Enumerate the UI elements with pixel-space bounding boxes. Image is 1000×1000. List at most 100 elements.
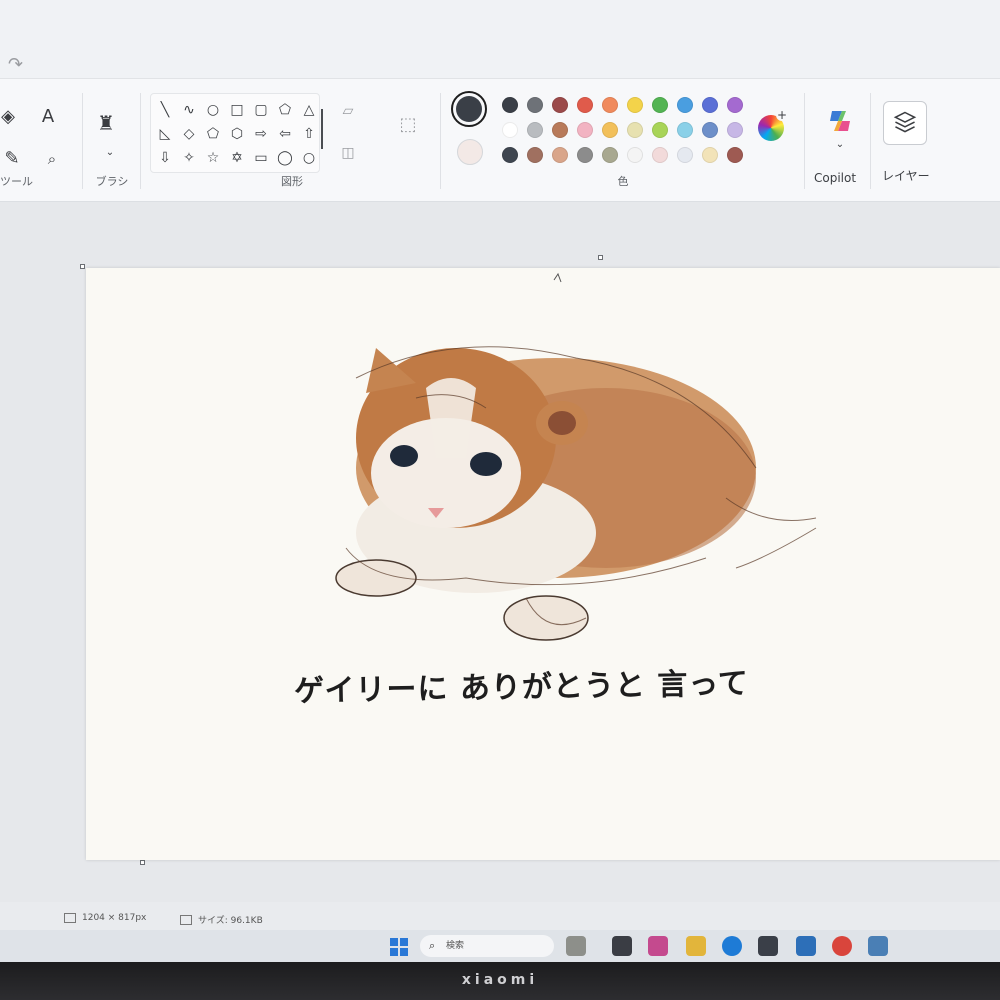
color-swatch[interactable] [602, 147, 618, 163]
color-swatch[interactable] [552, 122, 568, 138]
color-swatch[interactable] [602, 97, 618, 113]
status-bar: 1204 × 817px サイズ: 96.1KB [0, 902, 1000, 930]
four-point-star-shape-icon[interactable]: ✧ [177, 146, 201, 170]
primary-color-button[interactable] [451, 91, 487, 127]
cloud-callout-shape-icon[interactable]: ○ [297, 146, 321, 170]
up-arrow-shape-icon[interactable]: ⇧ [297, 122, 321, 146]
color-swatch[interactable] [652, 122, 668, 138]
magnifier-icon[interactable]: ⌕ [40, 149, 64, 169]
windows-start-icon[interactable] [390, 938, 408, 956]
color-swatch[interactable] [527, 147, 543, 163]
dimensions-icon [64, 913, 76, 923]
outlook-icon[interactable] [796, 936, 816, 956]
layers-label: レイヤー [882, 169, 930, 183]
fill-bucket-icon[interactable]: ◈ [0, 107, 20, 127]
color-swatch[interactable] [502, 147, 518, 163]
layers-button[interactable] [883, 101, 927, 145]
right-triangle-shape-icon[interactable]: ◺ [153, 122, 177, 146]
canvas-dimensions-value: 1204 × 817px [82, 913, 147, 923]
title-bar: ↷ [0, 0, 1000, 79]
taskbar-search-label: 検索 [446, 941, 465, 951]
polygon-shape-icon[interactable]: ⬠ [273, 98, 297, 122]
oval-callout-shape-icon[interactable]: ◯ [273, 146, 297, 170]
line-shape-icon[interactable]: ╲ [153, 98, 177, 122]
colors-group-label: 色 [617, 175, 629, 188]
monitor-brand-logo: xiaomi [461, 972, 539, 988]
color-swatch[interactable] [627, 147, 643, 163]
color-swatch[interactable] [577, 97, 593, 113]
fill-icon[interactable]: ◫ [336, 143, 360, 163]
color-swatch[interactable] [502, 122, 518, 138]
color-swatch[interactable] [677, 147, 693, 163]
color-swatch[interactable] [602, 122, 618, 138]
outline-icon[interactable]: ▱ [336, 101, 360, 121]
ribbon-separator [82, 93, 83, 189]
canvas-resize-handle[interactable] [80, 264, 85, 269]
chrome-icon[interactable] [832, 936, 852, 956]
brushes-group-label: ブラシ [95, 175, 129, 188]
color-swatch[interactable] [702, 122, 718, 138]
ribbon-separator [870, 93, 871, 189]
task-view-icon[interactable] [612, 936, 632, 956]
hexagon-shape-icon[interactable]: ⬡ [225, 122, 249, 146]
widgets-icon[interactable] [566, 936, 586, 956]
taskbar-search[interactable]: ⌕ 検索 [420, 935, 554, 957]
down-arrow-shape-icon[interactable]: ⇩ [153, 146, 177, 170]
pentagon-shape-icon[interactable]: ⬠ [201, 122, 225, 146]
canvas-dimensions: 1204 × 817px [64, 913, 146, 923]
copilot-icon[interactable] [826, 107, 854, 135]
color-picker-icon[interactable]: ✎ [0, 149, 24, 169]
color-swatch[interactable] [527, 97, 543, 113]
color-swatch[interactable] [727, 122, 743, 138]
chevron-down-icon[interactable]: ⌄ [98, 143, 122, 163]
color-swatch[interactable] [577, 147, 593, 163]
color-swatch[interactable] [652, 147, 668, 163]
redo-icon[interactable]: ↷ [8, 54, 23, 75]
file-explorer-icon[interactable] [686, 936, 706, 956]
color-swatch[interactable] [677, 122, 693, 138]
color-swatch[interactable] [652, 97, 668, 113]
six-point-star-shape-icon[interactable]: ✡ [225, 146, 249, 170]
ribbon-separator [804, 93, 805, 189]
selection-icon[interactable]: ⬚ [396, 115, 420, 135]
speech-bubble-shape-icon[interactable]: ▭ [249, 146, 273, 170]
canvas-resize-handle[interactable] [598, 255, 603, 260]
color-swatch[interactable] [727, 147, 743, 163]
drawing-canvas[interactable]: ゲイリーに ありがとうと 言って [86, 268, 1000, 860]
tools-group-label: ツール [0, 175, 33, 188]
left-arrow-shape-icon[interactable]: ⇦ [273, 122, 297, 146]
oval-shape-icon[interactable]: ○ [201, 98, 225, 122]
color-swatch[interactable] [677, 97, 693, 113]
text-tool-icon[interactable]: A [36, 107, 60, 127]
screen: ↷ ◈ A ✎ ⌕ ツール ♜ ⌄ ブラシ ╲ ∿ ○ □ ▢ ⬠ △ ◺ ◇ … [0, 0, 1000, 962]
paint-app-icon[interactable] [868, 936, 888, 956]
copilot-taskbar-icon[interactable] [648, 936, 668, 956]
layers-icon [893, 111, 917, 133]
shapes-scrollbar[interactable] [321, 109, 323, 149]
chevron-down-icon[interactable]: ⌄ [828, 135, 852, 155]
color-swatch[interactable] [552, 147, 568, 163]
color-swatch[interactable] [702, 97, 718, 113]
five-point-star-shape-icon[interactable]: ☆ [201, 146, 225, 170]
triangle-shape-icon[interactable]: △ [297, 98, 321, 122]
edit-colors-icon[interactable] [758, 109, 788, 141]
canvas-resize-handle[interactable] [140, 860, 145, 865]
color-swatch[interactable] [552, 97, 568, 113]
secondary-color-button[interactable] [457, 139, 483, 165]
color-swatch[interactable] [727, 97, 743, 113]
color-swatch[interactable] [577, 122, 593, 138]
diamond-shape-icon[interactable]: ◇ [177, 122, 201, 146]
color-swatch[interactable] [627, 122, 643, 138]
color-swatch[interactable] [527, 122, 543, 138]
curve-shape-icon[interactable]: ∿ [177, 98, 201, 122]
right-arrow-shape-icon[interactable]: ⇨ [249, 122, 273, 146]
ribbon-separator [140, 93, 141, 189]
color-swatch[interactable] [502, 97, 518, 113]
brush-icon[interactable]: ♜ [94, 113, 118, 133]
store-icon[interactable] [758, 936, 778, 956]
color-swatch[interactable] [627, 97, 643, 113]
edge-browser-icon[interactable] [722, 936, 742, 956]
rectangle-shape-icon[interactable]: □ [225, 98, 249, 122]
rounded-rectangle-shape-icon[interactable]: ▢ [249, 98, 273, 122]
color-swatch[interactable] [702, 147, 718, 163]
